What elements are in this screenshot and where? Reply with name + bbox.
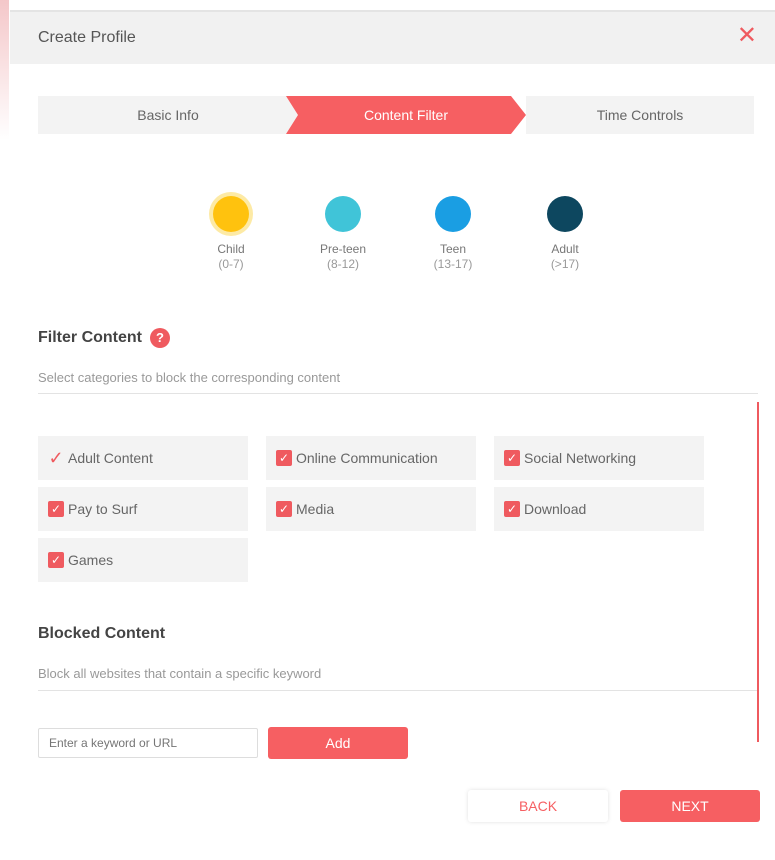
category-label: Media bbox=[296, 501, 335, 517]
step-content-filter[interactable]: Content Filter bbox=[286, 96, 526, 134]
step-basic-info[interactable]: Basic Info bbox=[38, 96, 298, 134]
level-teen-dot[interactable] bbox=[435, 196, 471, 232]
level-child[interactable]: Child (0-7) bbox=[186, 196, 276, 272]
filter-content-description: Select categories to block the correspon… bbox=[38, 370, 341, 385]
blocked-content-title: Blocked Content bbox=[38, 625, 166, 642]
category-label: Adult Content bbox=[68, 450, 153, 466]
level-adult-range: (>17) bbox=[550, 257, 580, 271]
category-media[interactable]: ✓ Media bbox=[266, 487, 476, 531]
blocked-content-description: Block all websites that contain a specif… bbox=[38, 666, 322, 681]
category-adult-content[interactable]: ✓ Adult Content bbox=[38, 436, 248, 480]
level-teen[interactable]: Teen (13-17) bbox=[408, 196, 498, 272]
level-adult-dot[interactable] bbox=[547, 196, 583, 232]
category-label: Pay to Surf bbox=[68, 501, 138, 517]
category-label: Online Communication bbox=[296, 450, 438, 466]
level-pre-teen[interactable]: Pre-teen (8-12) bbox=[298, 196, 388, 272]
keyword-input[interactable] bbox=[38, 728, 258, 758]
wizard-steps: Basic Info Time Controls Content Filter bbox=[38, 96, 754, 134]
checkbox-checked-icon[interactable]: ✓ bbox=[276, 501, 292, 517]
age-level-selector: Child (0-7) Pre-teen (8-12) Teen (13-17)… bbox=[10, 196, 775, 296]
level-pre-teen-dot[interactable] bbox=[325, 196, 361, 232]
filter-content-section: Filter Content? bbox=[38, 328, 170, 348]
level-adult-name: Adult bbox=[551, 242, 579, 256]
back-button[interactable]: BACK bbox=[468, 790, 608, 822]
category-label: Social Networking bbox=[524, 450, 637, 466]
create-profile-dialog: Create Profile ✕ Basic Info Time Control… bbox=[10, 10, 775, 860]
step-time-controls[interactable]: Time Controls bbox=[514, 96, 754, 134]
checkbox-checked-icon[interactable]: ✓ bbox=[504, 501, 520, 517]
close-icon[interactable]: ✕ bbox=[737, 24, 757, 48]
checkmark-icon[interactable]: ✓ bbox=[48, 449, 64, 467]
filter-content-title: Filter Content bbox=[38, 329, 142, 347]
next-button[interactable]: NEXT bbox=[620, 790, 760, 822]
category-pay-to-surf[interactable]: ✓ Pay to Surf bbox=[38, 487, 248, 531]
checkbox-checked-icon[interactable]: ✓ bbox=[504, 450, 520, 466]
add-button[interactable]: Add bbox=[268, 727, 408, 759]
checkbox-checked-icon[interactable]: ✓ bbox=[48, 501, 64, 517]
category-label: Download bbox=[524, 501, 587, 517]
level-child-dot[interactable] bbox=[213, 196, 249, 232]
category-online-communication[interactable]: ✓ Online Communication bbox=[266, 436, 476, 480]
level-adult[interactable]: Adult (>17) bbox=[520, 196, 610, 272]
left-accent-bar bbox=[0, 0, 9, 140]
dialog-header: Create Profile ✕ bbox=[10, 10, 775, 64]
level-child-range: (0-7) bbox=[218, 257, 244, 271]
level-teen-range: (13-17) bbox=[433, 257, 473, 271]
checkbox-checked-icon[interactable]: ✓ bbox=[48, 552, 64, 568]
level-pre-teen-range: (8-12) bbox=[326, 257, 359, 271]
dialog-title: Create Profile bbox=[38, 29, 136, 46]
help-icon[interactable]: ? bbox=[150, 328, 170, 348]
filter-divider bbox=[38, 393, 758, 394]
level-pre-teen-name: Pre-teen bbox=[319, 242, 367, 256]
checkbox-checked-icon[interactable]: ✓ bbox=[276, 450, 292, 466]
scrollbar[interactable] bbox=[757, 402, 759, 742]
level-teen-name: Teen bbox=[439, 242, 467, 256]
category-download[interactable]: ✓ Download bbox=[494, 487, 704, 531]
category-games[interactable]: ✓ Games bbox=[38, 538, 248, 582]
category-social-networking[interactable]: ✓ Social Networking bbox=[494, 436, 704, 480]
category-label: Games bbox=[68, 552, 114, 568]
level-child-name: Child bbox=[217, 242, 245, 256]
blocked-divider bbox=[38, 690, 758, 691]
